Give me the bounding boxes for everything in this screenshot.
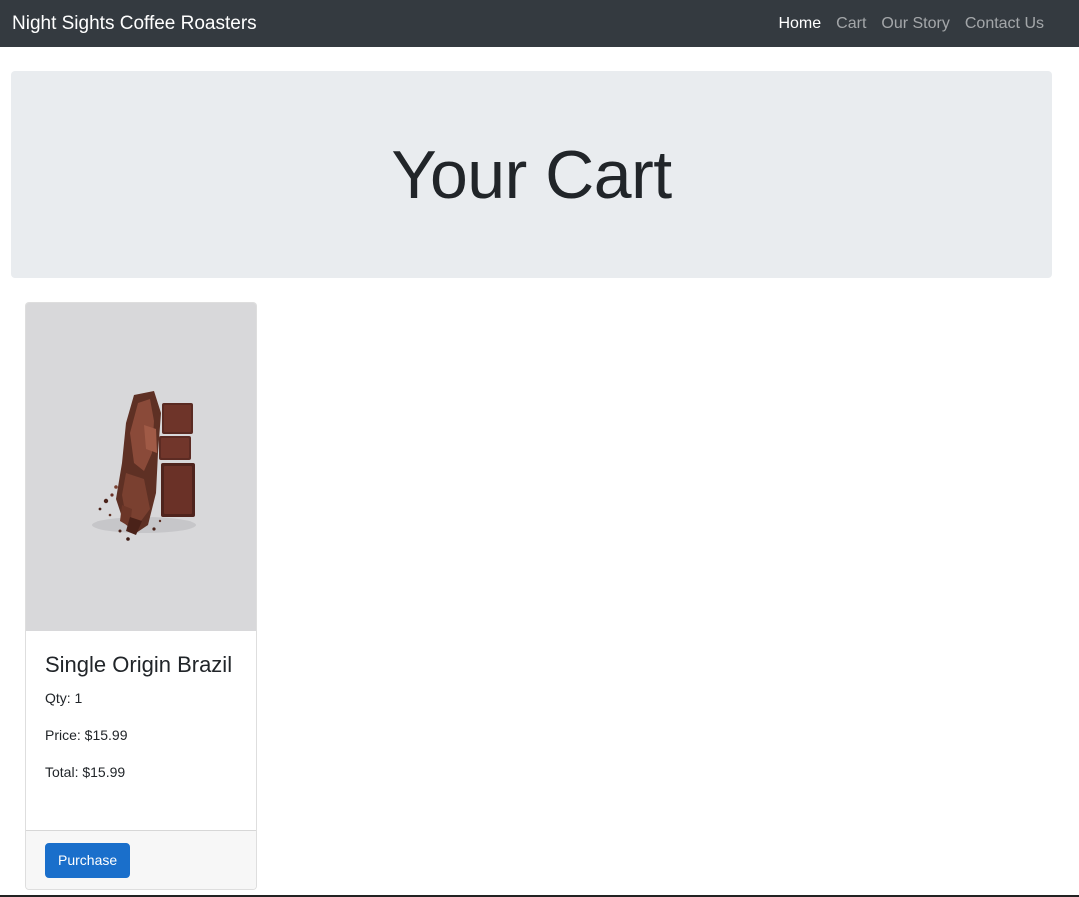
page-title: Your Cart [391,136,672,213]
nav-contact-us-link[interactable]: Contact Us [965,15,1044,33]
purchase-button[interactable]: Purchase [45,843,131,878]
price-text: Price: $15.99 [45,727,128,743]
nav-links: Home Cart Our Story Contact Us [763,15,1044,33]
cart-item-card: Single Origin Brazil Qty: 1 Price: $15.9… [25,302,257,890]
quantity-text: Qty: 1 [45,690,83,706]
nav-our-story-link[interactable]: Our Story [881,15,949,33]
brand-link[interactable]: Night Sights Coffee Roasters [12,13,257,35]
cart-item-details: Single Origin Brazil Qty: 1 Price: $15.9… [26,631,256,830]
nav-home-link[interactable]: Home [778,15,821,33]
cart-item-footer: Purchase [26,830,256,889]
product-title: Single Origin Brazil [45,652,233,677]
cart-header-banner: Your Cart [11,71,1052,278]
nav-cart-link[interactable]: Cart [836,15,866,33]
chocolate-pieces-image [26,303,256,631]
top-navbar: Night Sights Coffee Roasters Home Cart O… [0,0,1079,47]
total-text: Total: $15.99 [45,764,126,780]
